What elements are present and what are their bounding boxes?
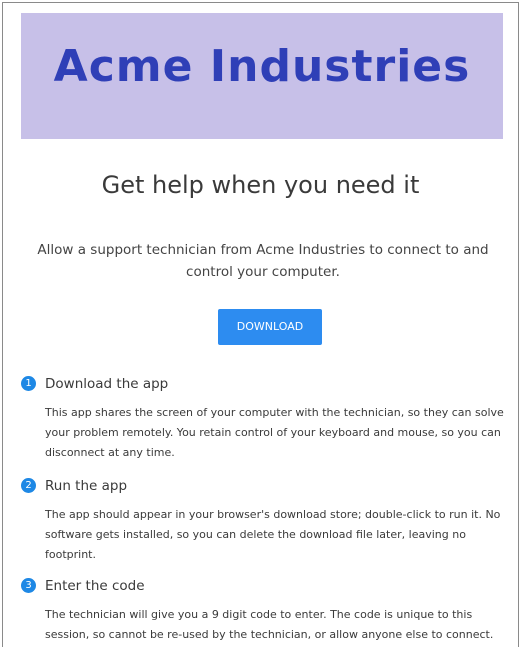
brand-banner: Acme Industries xyxy=(21,13,503,139)
step-enter-code: 3 Enter the code The technician will giv… xyxy=(21,577,516,641)
page-frame: Acme Industries Get help when you need i… xyxy=(2,2,519,647)
step-header: 3 Enter the code xyxy=(21,577,516,595)
page-headline: Get help when you need it xyxy=(101,171,420,199)
step-number-badge: 3 xyxy=(21,578,36,593)
step-title: Enter the code xyxy=(45,578,145,594)
intro-text: Allow a support technician from Acme Ind… xyxy=(37,242,489,280)
step-run: 2 Run the app The app should appear in y… xyxy=(21,477,516,561)
step-download: 1 Download the app This app shares the s… xyxy=(21,375,516,459)
step-number-badge: 2 xyxy=(21,478,36,493)
download-button[interactable]: DOWNLOAD xyxy=(218,309,322,345)
step-description: The technician will give you a 9 digit c… xyxy=(45,608,494,641)
step-title: Run the app xyxy=(45,478,128,494)
brand-logo-text: Acme Industries xyxy=(53,41,471,92)
step-header: 2 Run the app xyxy=(21,477,516,495)
step-title: Download the app xyxy=(45,376,169,392)
step-description: This app shares the screen of your compu… xyxy=(45,406,504,459)
step-description: The app should appear in your browser's … xyxy=(45,508,501,561)
step-header: 1 Download the app xyxy=(21,375,516,393)
step-number-badge: 1 xyxy=(21,376,36,391)
